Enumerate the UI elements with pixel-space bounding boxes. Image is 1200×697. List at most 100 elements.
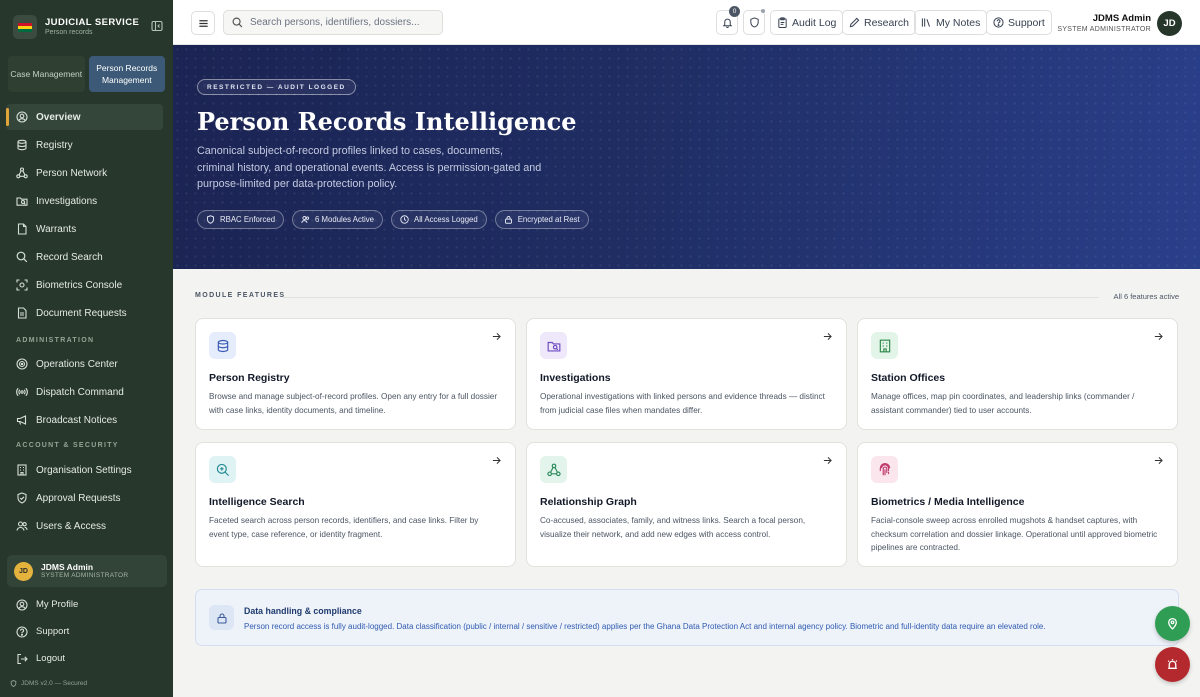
tab-person-records-management[interactable]: Person Records Management [88, 56, 165, 92]
users-icon [16, 521, 28, 531]
logout-icon [17, 653, 28, 664]
sidebar-item-investigations[interactable]: Investigations [6, 188, 163, 214]
notifications-button[interactable]: 0 [716, 6, 740, 35]
database-icon [209, 332, 236, 359]
compliance-text: Person record access is fully audit-logg… [244, 622, 1046, 631]
account-nav: Organisation Settings Approval Requests … [6, 457, 163, 541]
sidebar-item-logout[interactable]: Logout [6, 646, 163, 671]
card-title: Person Registry [209, 372, 290, 384]
user-name: JDMS Admin [41, 562, 94, 572]
sidebar-item-person-network[interactable]: Person Network [6, 160, 163, 186]
section-label-administration: ADMINISTRATION [16, 337, 95, 344]
status-chips: RBAC Enforced 6 Modules Active All Acces… [197, 210, 589, 229]
user-role: SYSTEM ADMINISTRATOR [41, 572, 129, 579]
location-fab[interactable] [1155, 606, 1190, 641]
feature-card-person-registry[interactable]: Person Registry Browse and manage subjec… [195, 318, 516, 430]
sidebar-item-label: Registry [36, 139, 73, 151]
shield-icon [207, 215, 214, 224]
card-title: Intelligence Search [209, 496, 305, 508]
sidebar-item-label: Logout [36, 653, 66, 664]
sidebar-item-registry[interactable]: Registry [6, 132, 163, 158]
user-circle-icon [16, 598, 28, 611]
shield-check-icon [17, 492, 27, 504]
global-search[interactable] [223, 10, 443, 35]
sidebar-item-support[interactable]: Support [6, 619, 163, 644]
lock-icon [504, 216, 512, 224]
page-description: Canonical subject-of-record profiles lin… [197, 145, 542, 190]
divider [283, 297, 1099, 298]
sidebar-item-label: Broadcast Notices [36, 414, 118, 426]
admin-nav: Operations Center Dispatch Command Broad… [6, 351, 163, 435]
tab-case-management[interactable]: Case Management [8, 56, 85, 92]
building-icon [17, 464, 27, 476]
sidebar-item-users-access[interactable]: Users & Access [6, 513, 163, 539]
sidebar-item-document-requests[interactable]: Document Requests [6, 300, 163, 326]
my-notes-button[interactable]: My Notes [914, 10, 988, 35]
user-name: JDMS Admin [1092, 13, 1151, 24]
arrow-right-icon [1154, 332, 1163, 341]
sidebar-item-label: Person Network [36, 167, 108, 179]
chip-label: All Access Logged [414, 215, 478, 224]
arrow-right-icon [492, 456, 501, 465]
file-icon [17, 223, 27, 235]
support-button[interactable]: Support [986, 10, 1052, 35]
sidebar-item-label: Support [36, 626, 70, 637]
sidebar-item-operations-center[interactable]: Operations Center [6, 351, 163, 377]
shield-icon [749, 17, 759, 28]
search-icon [232, 17, 243, 28]
sidebar-item-broadcast-notices[interactable]: Broadcast Notices [6, 407, 163, 433]
card-description: Operational investigations with linked p… [540, 392, 825, 415]
sidebar-item-label: Operations Center [36, 358, 118, 370]
primary-nav: Overview Registry Person Network Investi… [6, 104, 163, 328]
alert-fab[interactable] [1155, 647, 1190, 682]
topbar-user-info[interactable]: JDMS Admin SYSTEM ADMINISTRATOR [1057, 13, 1151, 33]
sidebar-item-dispatch-command[interactable]: Dispatch Command [6, 379, 163, 405]
sidebar-collapse-icon[interactable] [151, 20, 163, 32]
search-zoom-icon [209, 456, 236, 483]
menu-button[interactable] [191, 11, 215, 35]
chip-all-access-logged: All Access Logged [391, 210, 487, 229]
lock-icon [209, 605, 234, 630]
audit-log-button[interactable]: Audit Log [770, 10, 844, 35]
card-title: Investigations [540, 372, 611, 384]
sidebar-item-my-profile[interactable]: My Profile [6, 592, 163, 617]
search-icon [16, 251, 28, 263]
sidebar-item-label: Record Search [36, 251, 103, 263]
books-icon [921, 18, 931, 27]
search-input[interactable] [250, 17, 430, 28]
sidebar-item-biometrics-console[interactable]: Biometrics Console [6, 272, 163, 298]
topbar: 0 Audit Log Research My Notes Support JD… [173, 0, 1200, 45]
feature-card-intelligence-search[interactable]: Intelligence Search Faceted search acros… [195, 442, 516, 567]
sidebar-item-warrants[interactable]: Warrants [6, 216, 163, 242]
sidebar-item-overview[interactable]: Overview [6, 104, 163, 130]
research-button[interactable]: Research [842, 10, 916, 35]
sidebar: JUDICIAL SERVICE Person records Case Man… [0, 0, 173, 697]
version-text: JDMS v2.0 — Secured [21, 680, 88, 687]
feature-card-biometrics-media[interactable]: Biometrics / Media Intelligence Facial-c… [857, 442, 1178, 567]
card-title: Biometrics / Media Intelligence [871, 496, 1025, 508]
sidebar-item-approval-requests[interactable]: Approval Requests [6, 485, 163, 511]
building-icon [871, 332, 898, 359]
fingerprint-icon [871, 456, 898, 483]
scan-icon [16, 279, 28, 291]
arrow-right-icon [823, 332, 832, 341]
sidebar-item-record-search[interactable]: Record Search [6, 244, 163, 270]
database-icon [17, 139, 27, 151]
sidebar-item-label: Dispatch Command [36, 386, 124, 398]
sidebar-item-organisation-settings[interactable]: Organisation Settings [6, 457, 163, 483]
sidebar-user-card[interactable]: JD JDMS Admin SYSTEM ADMINISTRATOR [7, 555, 167, 587]
card-description: Co-accused, associates, family, and witn… [540, 516, 806, 539]
support-label: Support [1008, 16, 1045, 29]
sidebar-item-label: Organisation Settings [36, 464, 132, 476]
sidebar-item-label: Document Requests [36, 307, 127, 319]
pen-icon [849, 17, 860, 28]
card-description: Facial-console sweep across enrolled mug… [871, 516, 1158, 553]
module-tabs: Case Management Person Records Managemen… [8, 56, 165, 92]
features-status: All 6 features active [1113, 292, 1179, 301]
feature-card-station-offices[interactable]: Station Offices Manage offices, map pin … [857, 318, 1178, 430]
security-status-button[interactable] [743, 9, 765, 35]
sidebar-item-label: Biometrics Console [36, 279, 123, 291]
feature-card-relationship-graph[interactable]: Relationship Graph Co-accused, associate… [526, 442, 847, 567]
avatar[interactable]: JD [1157, 11, 1182, 36]
feature-card-investigations[interactable]: Investigations Operational investigation… [526, 318, 847, 430]
